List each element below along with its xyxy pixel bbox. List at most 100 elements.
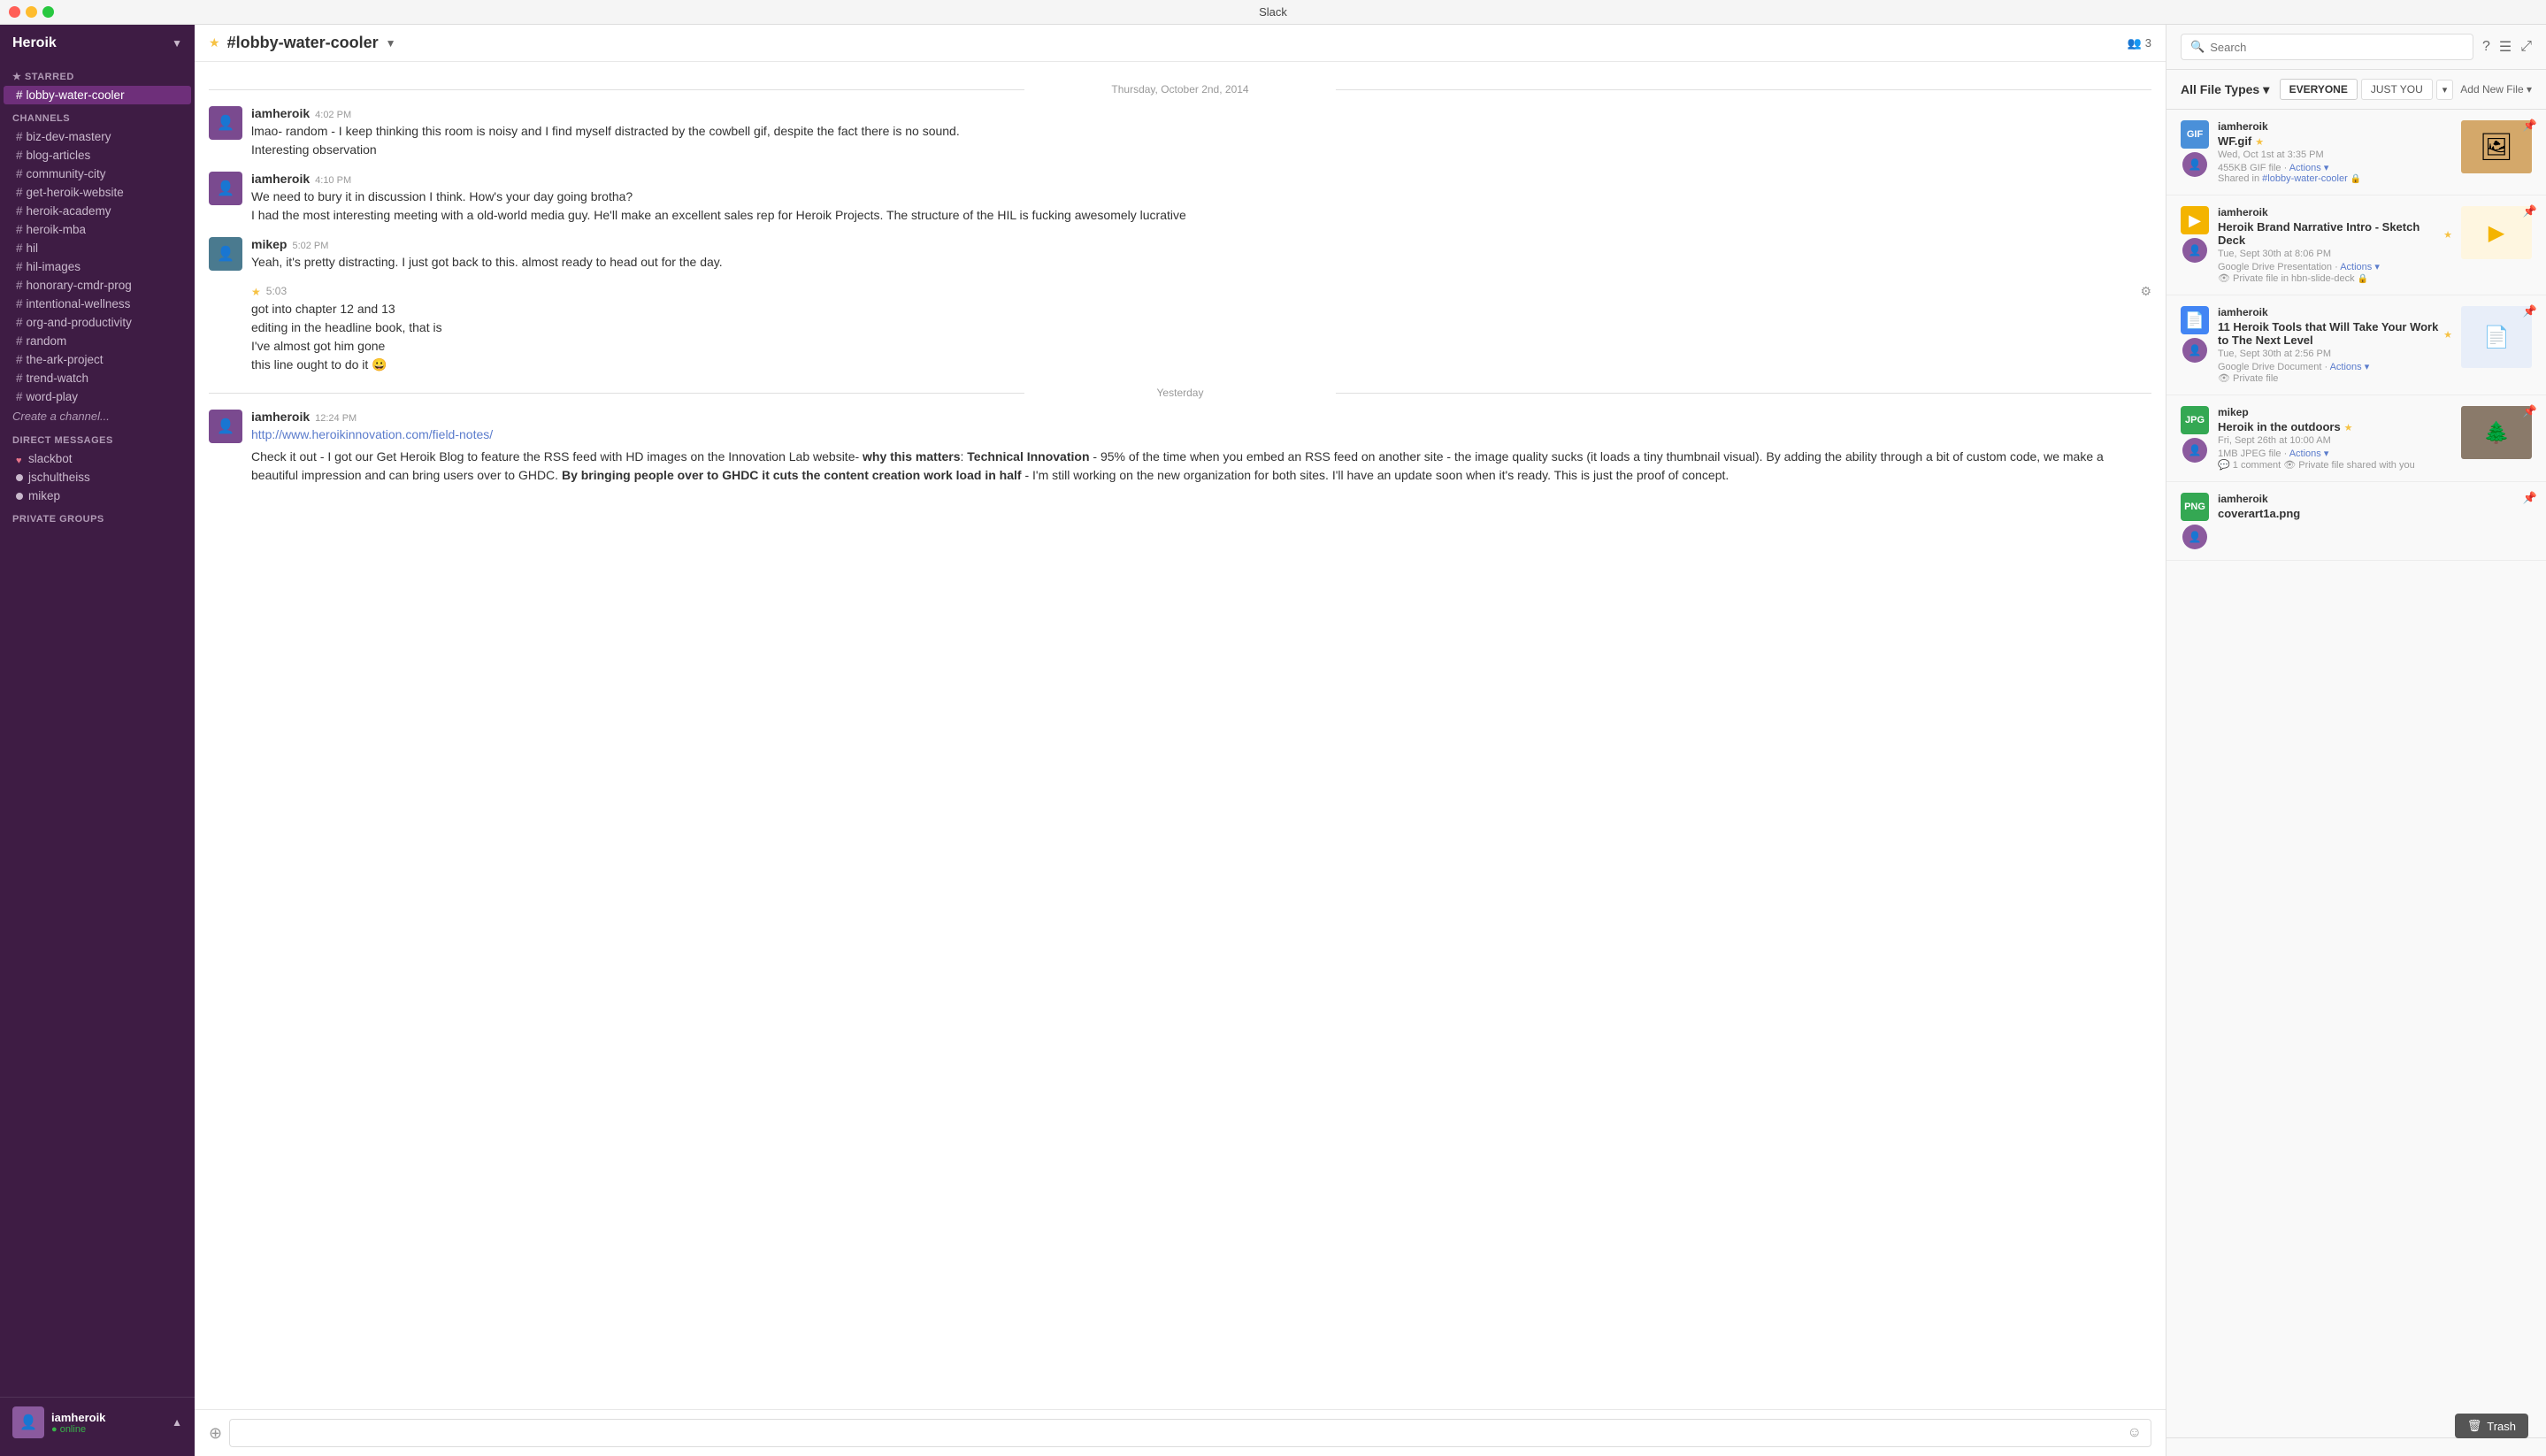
file-type-dropdown[interactable]: All File Types ▾ bbox=[2181, 82, 2269, 97]
sidebar-item-label: get-heroik-website bbox=[27, 186, 124, 199]
sidebar-item-label: honorary-cmdr-prog bbox=[27, 279, 132, 292]
chat-input-area: ⊕ ☺ bbox=[195, 1409, 2166, 1456]
pin-icon: 📌 bbox=[2523, 404, 2537, 418]
file-actions-link[interactable]: Actions ▾ bbox=[2340, 262, 2380, 272]
sidebar-item-blog-articles[interactable]: # blog-articles bbox=[4, 146, 191, 165]
sidebar-item-random[interactable]: # random bbox=[4, 332, 191, 350]
sidebar-item-the-ark-project[interactable]: # the-ark-project bbox=[4, 350, 191, 369]
starred-message-group: ★ 5:03 got into chapter 12 and 13 editin… bbox=[209, 284, 2151, 374]
sidebar-item-biz-dev-mastery[interactable]: # biz-dev-mastery bbox=[4, 127, 191, 146]
user-profile-area[interactable]: 👤 iamheroik ● online ▲ bbox=[0, 1397, 195, 1447]
file-item-heroik-outdoors[interactable]: JPG 👤 mikep Heroik in the outdoors ★ Fri… bbox=[2166, 395, 2546, 482]
emoji-button[interactable]: ☺ bbox=[2128, 1425, 2142, 1441]
sidebar-item-word-play[interactable]: # word-play bbox=[4, 387, 191, 406]
filter-more-button[interactable]: ▾ bbox=[2436, 80, 2454, 100]
message-group-yesterday: 👤 iamheroik 12:24 PM http://www.heroikin… bbox=[209, 410, 2151, 485]
member-count: 👥 3 bbox=[2128, 36, 2151, 50]
sidebar-item-lobby-water-cooler[interactable]: # lobby-water-cooler bbox=[4, 86, 191, 104]
channel-star-icon[interactable]: ★ bbox=[209, 35, 220, 50]
file-meta: Google Drive Document · Actions ▾ bbox=[2218, 361, 2452, 372]
create-channel-link[interactable]: Create a channel... bbox=[0, 406, 195, 426]
window-controls[interactable] bbox=[9, 6, 54, 18]
search-input[interactable] bbox=[2210, 41, 2464, 54]
message-content: iamheroik 12:24 PM http://www.heroikinno… bbox=[251, 410, 2151, 485]
close-button[interactable] bbox=[9, 6, 20, 18]
sidebar-item-hil-images[interactable]: # hil-images bbox=[4, 257, 191, 276]
gdoc-file-icon: 📄 bbox=[2181, 306, 2209, 334]
expand-icon[interactable]: ⤢ bbox=[2520, 39, 2532, 55]
sidebar-item-label: the-ark-project bbox=[27, 353, 104, 366]
file-actions-link[interactable]: Actions ▾ bbox=[2289, 448, 2329, 459]
file-thumbnail: 🖼 bbox=[2461, 120, 2532, 173]
file-actions-link[interactable]: Actions ▾ bbox=[2330, 362, 2370, 372]
message-content: iamheroik 4:02 PM lmao- random - I keep … bbox=[251, 106, 2151, 159]
message-author: iamheroik bbox=[251, 172, 310, 186]
sidebar-item-trend-watch[interactable]: # trend-watch bbox=[4, 369, 191, 387]
sidebar-item-intentional-wellness[interactable]: # intentional-wellness bbox=[4, 295, 191, 313]
file-panel-controls: All File Types ▾ EVERYONE JUST YOU ▾ Add… bbox=[2166, 70, 2546, 110]
filter-just-you-tab[interactable]: JUST YOU bbox=[2361, 79, 2433, 100]
workspace-header[interactable]: Heroik ▼ bbox=[0, 25, 195, 62]
file-meta: 1MB JPEG file · Actions ▾ bbox=[2218, 448, 2452, 459]
search-box[interactable]: 🔍 bbox=[2181, 34, 2473, 60]
sidebar-item-slackbot[interactable]: ♥ slackbot bbox=[4, 449, 191, 468]
file-item-11-heroik-tools[interactable]: 📄 👤 iamheroik 11 Heroik Tools that Will … bbox=[2166, 295, 2546, 395]
chat-messages: Thursday, October 2nd, 2014 👤 iamheroik … bbox=[195, 62, 2166, 1409]
sidebar-item-label: word-play bbox=[27, 390, 79, 403]
channel-prefix-icon: # bbox=[16, 88, 23, 102]
message-author: iamheroik bbox=[251, 106, 310, 120]
chat-header-left: ★ #lobby-water-cooler ▼ bbox=[209, 34, 396, 52]
sidebar: Heroik ▼ ★ STARRED # lobby-water-cooler … bbox=[0, 25, 195, 1456]
chat-input[interactable] bbox=[239, 1426, 2128, 1440]
sidebar-item-heroik-mba[interactable]: # heroik-mba bbox=[4, 220, 191, 239]
file-author-avatar: 👤 bbox=[2182, 438, 2207, 463]
file-item-info: mikep Heroik in the outdoors ★ Fri, Sept… bbox=[2218, 406, 2452, 471]
sidebar-item-hil[interactable]: # hil bbox=[4, 239, 191, 257]
list-icon[interactable]: ☰ bbox=[2499, 38, 2511, 56]
add-new-file-button[interactable]: Add New File ▾ bbox=[2460, 83, 2532, 96]
sidebar-item-mikep[interactable]: mikep bbox=[4, 487, 191, 505]
avatar: 👤 bbox=[209, 237, 242, 271]
sidebar-item-community-city[interactable]: # community-city bbox=[4, 165, 191, 183]
file-item-heroik-brand-narrative[interactable]: ▶ 👤 iamheroik Heroik Brand Narrative Int… bbox=[2166, 195, 2546, 295]
trash-icon: 🗑 bbox=[2467, 1419, 2482, 1433]
right-panel-header: 🔍 ? ☰ ⤢ bbox=[2166, 25, 2546, 70]
file-item-coverart1a[interactable]: PNG 👤 iamheroik coverart1a.png 📌 bbox=[2166, 482, 2546, 561]
message-body: Check it out - I got our Get Heroik Blog… bbox=[251, 449, 2104, 482]
help-icon[interactable]: ? bbox=[2482, 39, 2490, 55]
minimize-button[interactable] bbox=[26, 6, 37, 18]
sidebar-item-label: heroik-mba bbox=[27, 223, 87, 236]
filter-tabs: EVERYONE JUST YOU ▾ bbox=[2280, 79, 2454, 100]
sidebar-item-label: community-city bbox=[27, 167, 106, 180]
avatar: 👤 bbox=[209, 410, 242, 443]
file-shared: Shared in #lobby-water-cooler 🔒 bbox=[2218, 173, 2452, 184]
message-time: 5:02 PM bbox=[292, 241, 328, 251]
dm-section-label: DIRECT MESSAGES bbox=[0, 426, 195, 449]
message-link[interactable]: http://www.heroikinnovation.com/field-no… bbox=[251, 425, 2151, 444]
channel-dropdown-icon[interactable]: ▼ bbox=[386, 37, 396, 50]
message-gear-icon[interactable]: ⚙ bbox=[2140, 284, 2151, 299]
lock-icon: 🔒 bbox=[2358, 274, 2368, 284]
sidebar-item-jschultheiss[interactable]: jschultheiss bbox=[4, 468, 191, 487]
message-header: mikep 5:02 PM bbox=[251, 237, 2151, 251]
add-attachment-button[interactable]: ⊕ bbox=[209, 1424, 222, 1443]
sidebar-item-org-and-productivity[interactable]: # org-and-productivity bbox=[4, 313, 191, 332]
sidebar-item-heroik-academy[interactable]: # heroik-academy bbox=[4, 202, 191, 220]
trash-button[interactable]: 🗑 Trash bbox=[2455, 1414, 2528, 1438]
shared-channel-link[interactable]: #lobby-water-cooler bbox=[2262, 173, 2348, 184]
jpeg-file-icon: PNG bbox=[2181, 493, 2209, 521]
file-date: Tue, Sept 30th at 8:06 PM bbox=[2218, 249, 2452, 259]
file-item-wf-gif[interactable]: GIF 👤 iamheroik WF.gif ★ Wed, Oct 1st at… bbox=[2166, 110, 2546, 195]
sidebar-item-honorary-cmdr-prog[interactable]: # honorary-cmdr-prog bbox=[4, 276, 191, 295]
workspace-chevron-icon[interactable]: ▼ bbox=[172, 37, 182, 50]
channels-section-label: CHANNELS bbox=[0, 104, 195, 127]
star-icon: ★ bbox=[12, 72, 21, 82]
file-thumbnail: 📄 bbox=[2461, 306, 2532, 368]
member-count-value: 3 bbox=[2145, 36, 2151, 50]
file-actions-link[interactable]: Actions ▾ bbox=[2289, 163, 2329, 173]
file-type-label: All File Types bbox=[2181, 82, 2259, 96]
maximize-button[interactable] bbox=[42, 6, 54, 18]
filter-everyone-tab[interactable]: EVERYONE bbox=[2280, 79, 2358, 100]
file-thumbnail: ▶ bbox=[2461, 206, 2532, 259]
sidebar-item-get-heroik-website[interactable]: # get-heroik-website bbox=[4, 183, 191, 202]
